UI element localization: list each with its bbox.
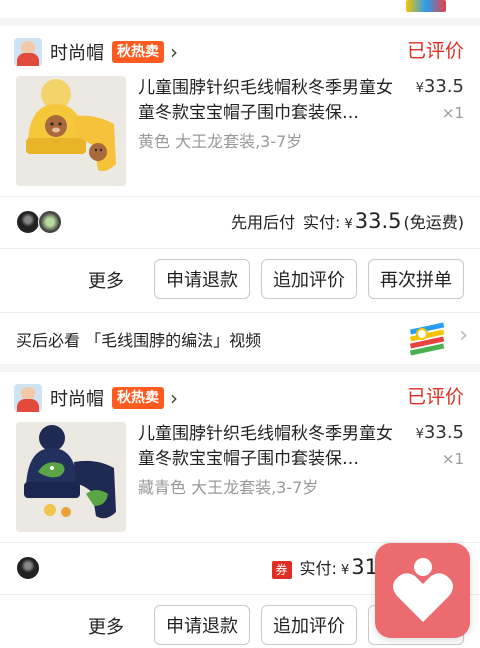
- chevron-right-icon: ›: [170, 40, 178, 64]
- heart-icon: [392, 557, 453, 622]
- shop-avatar: [14, 384, 42, 412]
- group-avatars: [16, 556, 40, 580]
- product-quantity: ×1: [441, 450, 464, 468]
- shop-name: 时尚帽: [50, 389, 104, 410]
- order-card: 时尚帽 秋热卖 › 已评价 儿童围脖针织毛线帽秋冬季男童女童冬款宝宝帽子围巾套装…: [0, 26, 480, 364]
- avatar: [16, 210, 40, 234]
- shop-badge: 秋热卖: [112, 387, 164, 409]
- payment-method: 先用后付: [231, 213, 296, 232]
- refund-button[interactable]: 申请退款: [154, 259, 250, 299]
- shipping-note: (免运费): [403, 213, 465, 232]
- product-spec: 黄色 大王龙套装,3-7岁: [138, 132, 303, 151]
- shop-header[interactable]: 时尚帽 秋热卖 ›: [14, 384, 178, 412]
- avatar: [38, 210, 62, 234]
- product-item[interactable]: 儿童围脖针织毛线帽秋冬季男童女童冬款宝宝帽子围巾套装保… ¥33.5 ×1 黄色…: [16, 76, 480, 186]
- order-actions: 更多 申请退款 追加评价 再次拼单: [0, 249, 480, 307]
- shop-avatar: [14, 38, 42, 66]
- paid-amount: 33.5: [354, 209, 402, 233]
- video-link-text: 买后必看 「毛线围脖的编法」视频: [16, 331, 262, 350]
- product-item[interactable]: 儿童围脖针织毛线帽秋冬季男童女童冬款宝宝帽子围巾套装保… ¥33.5 ×1 藏青…: [16, 422, 480, 532]
- product-title: 儿童围脖针织毛线帽秋冬季男童女童冬款宝宝帽子围巾套装保…: [138, 424, 393, 469]
- more-button[interactable]: 更多: [88, 613, 124, 639]
- product-price: ¥33.5: [416, 76, 464, 97]
- floating-action-button[interactable]: [375, 543, 470, 638]
- paid-label: 实付:: [299, 559, 337, 578]
- refund-button[interactable]: 申请退款: [154, 605, 250, 645]
- add-review-button[interactable]: 追加评价: [261, 259, 357, 299]
- shop-badge: 秋热卖: [112, 41, 164, 63]
- more-button[interactable]: 更多: [88, 267, 124, 293]
- reorder-button[interactable]: 再次拼单: [368, 259, 464, 299]
- coupon-badge: 券: [271, 561, 292, 579]
- product-price-value: 33.5: [423, 422, 464, 443]
- product-price-value: 33.5: [423, 76, 464, 97]
- product-title: 儿童围脖针织毛线帽秋冬季男童女童冬款宝宝帽子围巾套装保…: [138, 78, 393, 123]
- add-review-button[interactable]: 追加评价: [261, 605, 357, 645]
- currency-symbol: ¥: [415, 81, 424, 96]
- currency-symbol: ¥: [344, 217, 353, 232]
- product-image: [16, 422, 126, 532]
- previous-video-thumbnail: [406, 0, 446, 12]
- video-link-row[interactable]: 买后必看 「毛线围脖的编法」视频 ›: [0, 313, 480, 363]
- shop-header[interactable]: 时尚帽 秋热卖 ›: [14, 38, 178, 66]
- chevron-right-icon: ›: [170, 386, 178, 410]
- product-image: [16, 76, 126, 186]
- previous-order-card-edge: [0, 0, 480, 18]
- order-status: 已评价: [406, 40, 464, 62]
- currency-symbol: ¥: [415, 427, 424, 442]
- chevron-right-icon: ›: [459, 323, 468, 348]
- currency-symbol: ¥: [340, 563, 350, 578]
- avatar: [16, 556, 40, 580]
- product-spec: 藏青色 大王龙套装,3-7岁: [138, 478, 319, 497]
- shop-name: 时尚帽: [50, 43, 104, 64]
- order-status: 已评价: [406, 386, 464, 408]
- payment-summary: 先用后付 实付: ¥ 33.5 (免运费): [231, 209, 464, 233]
- paid-label: 实付:: [303, 213, 341, 232]
- group-avatars: [16, 210, 62, 234]
- product-price: ¥33.5: [416, 422, 464, 443]
- video-thumbnail: [408, 320, 446, 356]
- product-quantity: ×1: [441, 104, 464, 122]
- payment-row: 先用后付 实付: ¥ 33.5 (免运费): [0, 197, 480, 247]
